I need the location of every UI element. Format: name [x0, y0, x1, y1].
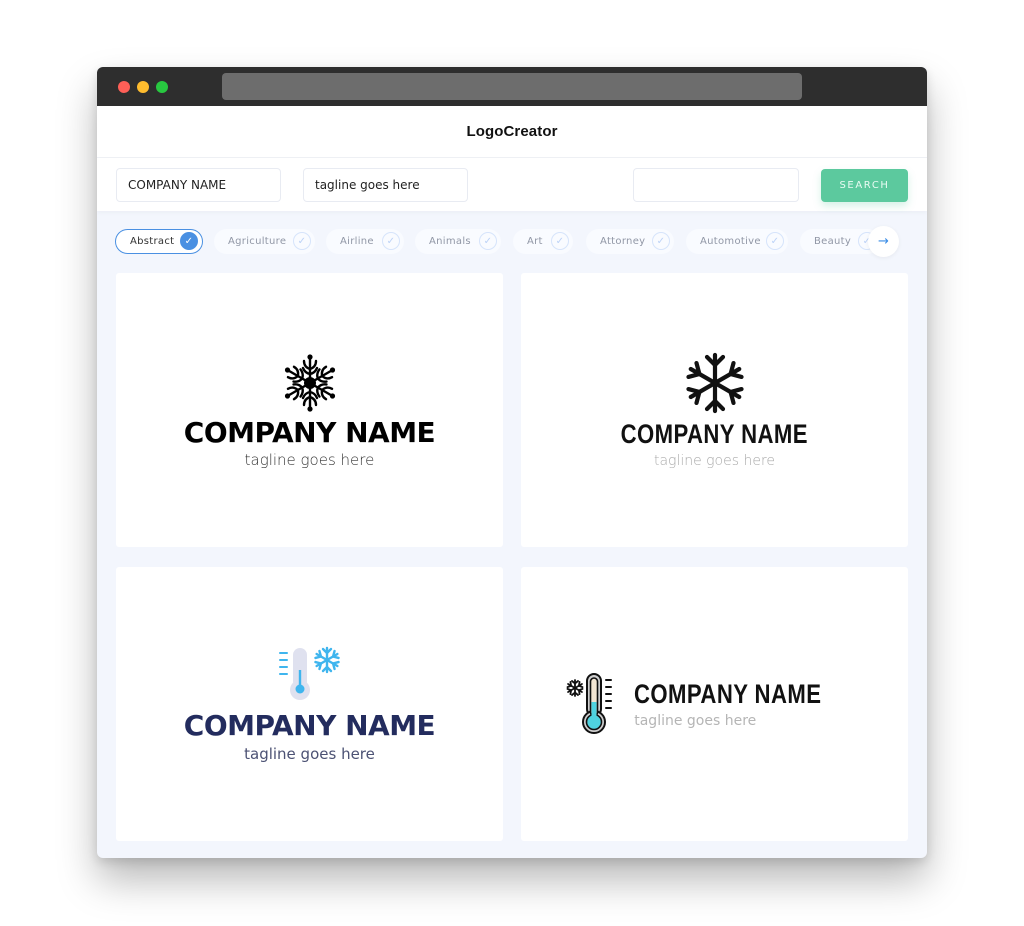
check-icon: ✓	[551, 232, 569, 250]
search-bar: COMPANY NAME tagline goes here SEARCH	[97, 158, 927, 211]
logo-company-name: COMPANY NAME	[634, 678, 822, 709]
snowflake-icon	[685, 352, 745, 414]
address-bar[interactable]	[222, 73, 802, 100]
category-label: Automotive	[700, 236, 761, 247]
category-label: Animals	[429, 236, 471, 247]
minimize-window-button[interactable]	[137, 81, 149, 93]
check-icon: ✓	[479, 232, 497, 250]
logo-tagline: tagline goes here	[634, 712, 757, 729]
category-chip-agriculture[interactable]: Agriculture ✓	[214, 229, 315, 254]
logo-card[interactable]: COMPANY NAME tagline goes here	[116, 273, 503, 547]
logo-company-name: COMPANY NAME	[183, 415, 436, 449]
logo-company-name: COMPANY NAME	[183, 709, 436, 742]
logo-card[interactable]: COMPANY NAME tagline goes here	[521, 273, 908, 547]
logo-tagline: tagline goes here	[244, 745, 375, 763]
site-header: LogoCreator	[97, 106, 927, 158]
check-icon: ✓	[652, 232, 670, 250]
check-icon: ✓	[293, 232, 311, 250]
logo-card[interactable]: COMPANY NAME tagline goes here	[521, 567, 908, 841]
logo-card[interactable]: COMPANY NAME tagline goes here	[116, 567, 503, 841]
category-chip-automotive[interactable]: Automotive ✓	[686, 229, 788, 254]
category-label: Attorney	[600, 236, 646, 247]
category-chip-airline[interactable]: Airline ✓	[326, 229, 404, 254]
tagline-input[interactable]: tagline goes here	[303, 168, 468, 202]
logo-tagline: tagline goes here	[244, 450, 375, 469]
logo-tagline: tagline goes here	[653, 453, 776, 469]
title-bar	[97, 67, 927, 106]
check-icon: ✓	[382, 232, 400, 250]
thermometer-snowflake-icon	[278, 646, 341, 700]
category-chip-attorney[interactable]: Attorney ✓	[586, 229, 674, 254]
close-window-button[interactable]	[118, 81, 130, 93]
check-icon: ✓	[766, 232, 784, 250]
category-label: Agriculture	[228, 236, 287, 247]
company-name-input[interactable]: COMPANY NAME	[116, 168, 281, 202]
thermometer-outline-snowflake-icon	[566, 673, 613, 734]
category-chip-animals[interactable]: Animals ✓	[415, 229, 501, 254]
category-label: Airline	[340, 236, 374, 247]
keyword-input[interactable]	[633, 168, 799, 202]
brand-logo[interactable]: LogoCreator	[466, 123, 557, 140]
category-chip-abstract[interactable]: Abstract ✓	[115, 229, 203, 254]
arrow-right-icon: →	[878, 234, 889, 249]
ornate-snowflake-icon	[283, 353, 336, 412]
maximize-window-button[interactable]	[156, 81, 168, 93]
category-label: Art	[527, 236, 543, 247]
category-chip-art[interactable]: Art ✓	[513, 229, 573, 254]
search-button[interactable]: SEARCH	[821, 169, 908, 202]
check-icon: ✓	[180, 232, 198, 250]
category-filter-bar: Abstract ✓ Agriculture ✓ Airline ✓ Anima…	[115, 229, 905, 255]
category-label: Abstract	[130, 236, 175, 247]
category-label: Beauty	[814, 236, 852, 247]
logo-company-name: COMPANY NAME	[620, 419, 809, 449]
next-categories-button[interactable]: →	[868, 226, 899, 257]
browser-window: LogoCreator COMPANY NAME tagline goes he…	[97, 67, 927, 858]
logo-text-group: COMPANY NAME tagline goes here	[634, 678, 863, 729]
